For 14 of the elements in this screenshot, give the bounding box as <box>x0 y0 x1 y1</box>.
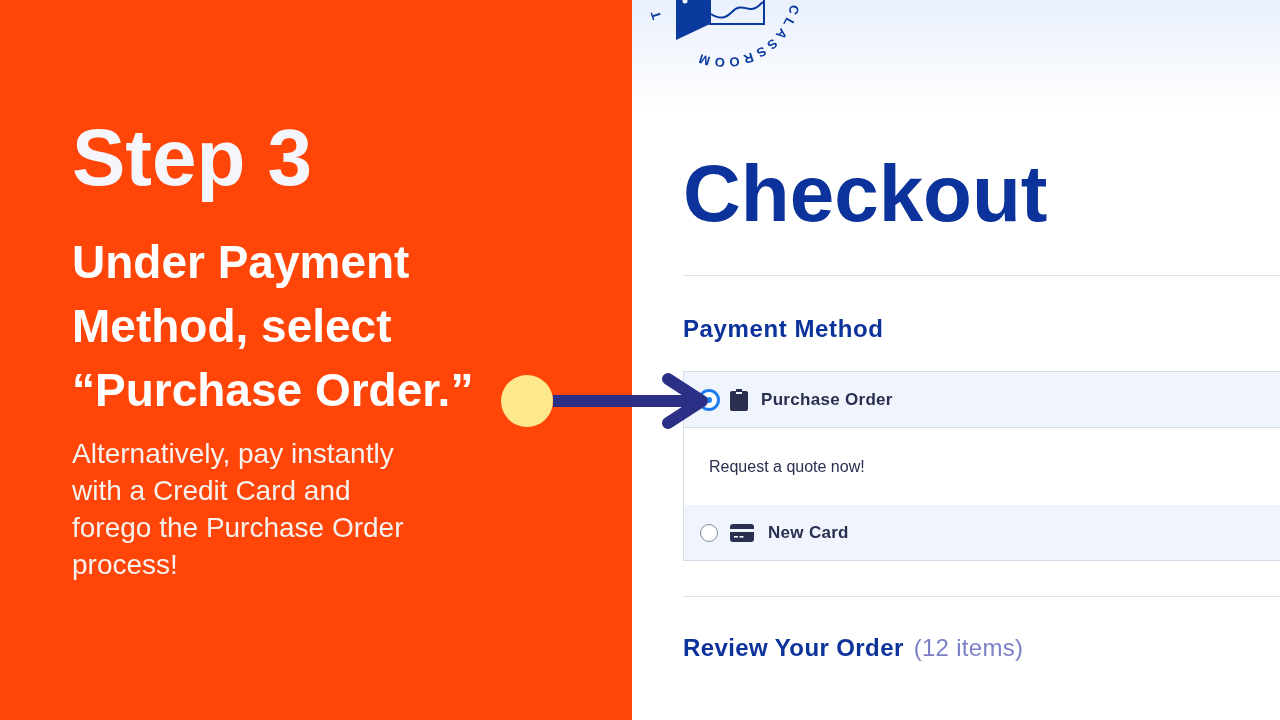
payment-option[interactable]: Purchase Order <box>684 372 1280 427</box>
clipboard-icon <box>730 388 748 411</box>
section-heading: Review Your Order <box>683 633 904 662</box>
item-count: (12 items) <box>913 633 1024 662</box>
section-heading: Payment Method <box>683 314 885 343</box>
slide-body: Alternatively, pay instantly with a Credit Card and forego the Purchase Order process! <box>72 437 405 582</box>
payment-option[interactable]: New Card <box>684 505 1280 560</box>
credit-card-icon <box>730 523 754 542</box>
page-title: Checkout <box>683 154 1049 234</box>
radio-button[interactable] <box>700 523 718 542</box>
step-title: Step 3 <box>72 112 314 204</box>
arrow-icon <box>553 373 708 429</box>
slide-heading: Under Payment Method, select “Purchase Order.” <box>72 235 475 418</box>
dot-icon <box>501 375 553 427</box>
